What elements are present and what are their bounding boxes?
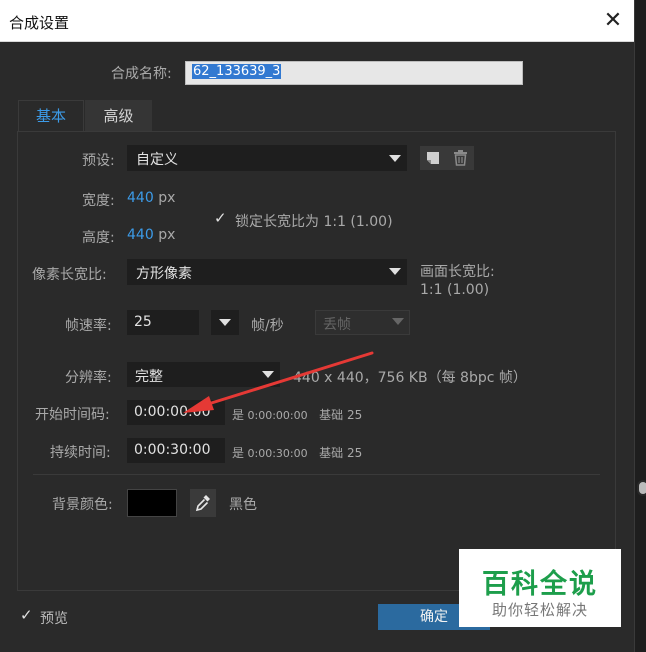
dropdown-arrow-icon (219, 319, 231, 326)
start-timecode-label: 开始时间码: (35, 407, 110, 423)
lock-aspect-checkbox[interactable]: ✓ (214, 209, 228, 227)
duration-info-value: 0:00:30:00 (247, 447, 308, 460)
dialog-titlebar: 合成设置 ✕ (0, 0, 634, 42)
watermark-logo: 百科全说 助你轻松解决 (459, 549, 621, 627)
height-unit: px (158, 227, 176, 243)
divider (33, 474, 600, 475)
delete-preset-button[interactable] (447, 146, 474, 170)
height-value: 440 (127, 227, 154, 243)
frame-rate-label: 帧速率: (65, 318, 112, 334)
composition-name-value: 62_133639_3 (192, 64, 282, 79)
preview-checkbox[interactable]: ✓ (20, 606, 34, 624)
preview-label: 预览 (40, 611, 68, 627)
height-label: 高度: (82, 230, 115, 246)
eyedropper-button[interactable] (190, 489, 216, 517)
close-icon: ✕ (603, 8, 623, 33)
composition-name-input[interactable]: 62_133639_3 (185, 61, 523, 85)
duration-info-prefix: 是 (232, 446, 245, 460)
eyedropper-icon (195, 495, 210, 512)
preset-label: 预设: (82, 153, 115, 169)
dropdown-arrow-icon (392, 318, 404, 325)
lock-aspect-label: 锁定长宽比为 1:1 (1.00) (235, 214, 393, 230)
duration-info: 是 0:00:30:00 基础 25 (232, 444, 362, 461)
resolution-label: 分辨率: (65, 370, 112, 386)
pixel-aspect-label: 像素长宽比: (32, 267, 107, 283)
checkmark-icon: ✓ (214, 209, 227, 227)
dropdown-arrow-icon (389, 155, 401, 162)
preset-select[interactable]: 自定义 (127, 145, 407, 171)
save-preset-icon (427, 152, 439, 164)
composition-name-label: 合成名称: (111, 66, 172, 82)
width-field[interactable]: 440 px (127, 190, 175, 206)
pixel-aspect-select[interactable]: 方形像素 (127, 259, 407, 285)
dropdown-arrow-icon (389, 268, 401, 275)
trash-icon (454, 150, 467, 166)
watermark-title: 百科全说 (482, 569, 598, 600)
annotation-arrow (183, 351, 374, 413)
save-preset-button[interactable] (420, 146, 447, 170)
tab-basic[interactable]: 基本 (18, 100, 84, 132)
width-label: 宽度: (82, 193, 115, 209)
frame-rate-unit: 帧/秒 (251, 318, 284, 334)
height-field[interactable]: 440 px (127, 227, 175, 243)
duration-base: 基础 25 (319, 446, 363, 460)
tab-advanced[interactable]: 高级 (85, 100, 152, 132)
preset-value: 自定义 (136, 152, 178, 168)
dialog-title: 合成设置 (9, 14, 70, 32)
background-color-label: 背景颜色: (52, 497, 113, 513)
background-app-edge (634, 0, 646, 652)
pixel-aspect-value: 方形像素 (136, 266, 192, 282)
frame-rate-input[interactable]: 25 (127, 310, 199, 335)
frame-aspect-value: 1:1 (1.00) (420, 282, 490, 298)
frame-aspect-label: 画面长宽比: (420, 264, 495, 280)
width-unit: px (158, 190, 176, 206)
background-color-swatch[interactable] (127, 489, 177, 517)
background-color-name: 黑色 (229, 497, 257, 513)
width-value: 440 (127, 190, 154, 206)
watermark-subtitle: 助你轻松解决 (491, 601, 588, 619)
duration-input[interactable]: 0:00:30:00 (127, 438, 225, 463)
close-button[interactable]: ✕ (598, 6, 628, 36)
checkmark-icon: ✓ (20, 606, 33, 624)
background-app-knob (637, 480, 646, 496)
duration-label: 持续时间: (50, 445, 111, 461)
